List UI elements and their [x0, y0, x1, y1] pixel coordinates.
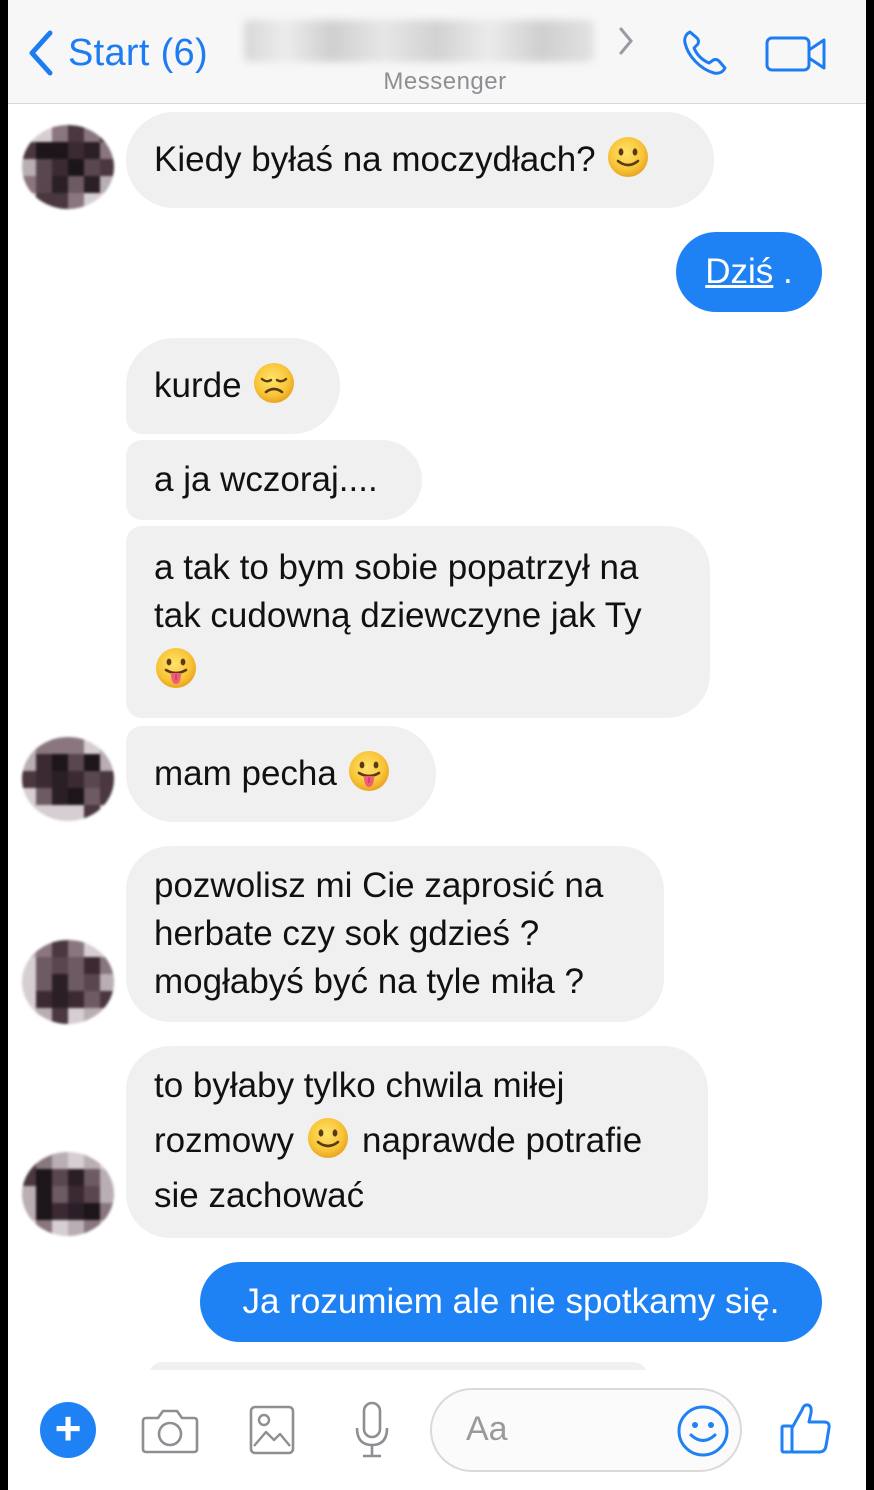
thumbs-up-icon[interactable] [778, 1400, 834, 1458]
message-incoming[interactable]: pozwolisz mi Cie zaprosić na herbate czy… [126, 846, 664, 1022]
contact-title[interactable]: Messenger [240, 14, 640, 95]
contact-name-redacted [244, 20, 594, 62]
message-outgoing[interactable]: Ja rozumiem ale nie spotkamy się. [200, 1262, 822, 1342]
emoji-icon[interactable] [674, 1402, 732, 1460]
message-line: pozwolisz mi Cie zaprosić na [154, 866, 604, 905]
message-incoming[interactable]: a ja wczoraj.... [126, 440, 422, 520]
message-line: naprawde potrafie [362, 1121, 643, 1160]
message-link[interactable]: Dziś [705, 248, 773, 296]
message-incoming[interactable]: to byłaby tylko chwila miłej rozmowy nap… [126, 1046, 708, 1238]
composer-bar: + Aa [8, 1370, 866, 1490]
contact-avatar[interactable] [22, 125, 114, 209]
message-line: rozmowy [154, 1121, 295, 1160]
message-text: mam pecha [154, 754, 337, 793]
image-icon[interactable] [248, 1404, 296, 1456]
video-call-icon[interactable] [764, 26, 828, 82]
tongue-out-emoji-icon [347, 749, 391, 793]
message-text: kurde [154, 366, 242, 405]
slight-smile-emoji-icon [606, 135, 650, 179]
disappointed-emoji-icon [252, 361, 296, 405]
message-input[interactable]: Aa [430, 1388, 742, 1472]
chevron-left-icon [29, 30, 53, 76]
message-text: a ja wczoraj.... [154, 460, 378, 499]
message-input-placeholder: Aa [466, 1410, 508, 1448]
back-button[interactable]: Start (6) [26, 28, 208, 78]
message-line: herbate czy sok gdzieś ? [154, 914, 540, 953]
contact-avatar[interactable] [22, 940, 114, 1024]
back-label: Start (6) [68, 31, 208, 74]
camera-icon[interactable] [140, 1404, 200, 1456]
message-outgoing[interactable]: Dziś . [676, 232, 822, 312]
message-incoming[interactable]: kurde [126, 338, 340, 434]
header-subtitle: Messenger [383, 68, 507, 95]
chat-header: Start (6) Messenger [8, 0, 866, 104]
tongue-out-emoji-icon [154, 646, 198, 690]
message-line: mogłabyś być na tyle miła ? [154, 962, 584, 1001]
phone-icon[interactable] [676, 26, 732, 82]
message-line: tak cudowną dziewczyne jak Ty [154, 596, 642, 635]
message-text: . [773, 252, 793, 291]
message-line: a tak to bym sobie popatrzył na [154, 548, 639, 587]
microphone-icon[interactable] [352, 1400, 392, 1460]
message-line: to byłaby tylko chwila miłej [154, 1066, 565, 1105]
message-incoming[interactable]: a tak to bym sobie popatrzył na tak cudo… [126, 526, 710, 718]
message-text: Kiedy byłaś na moczydłach? [154, 140, 596, 179]
slight-smile-emoji-icon [306, 1116, 350, 1160]
contact-avatar[interactable] [22, 1152, 114, 1236]
chevron-right-icon [619, 27, 633, 55]
contact-avatar[interactable] [22, 737, 114, 821]
message-line: sie zachować [154, 1176, 365, 1215]
message-incoming[interactable]: mam pecha [126, 726, 436, 822]
plus-icon[interactable]: + [40, 1402, 96, 1458]
message-incoming[interactable]: Kiedy byłaś na moczydłach? [126, 112, 714, 208]
chat-screen: Start (6) Messenger Kiedy byłaś na moczy… [8, 0, 866, 1490]
message-text: Ja rozumiem ale nie spotkamy się. [242, 1282, 780, 1321]
